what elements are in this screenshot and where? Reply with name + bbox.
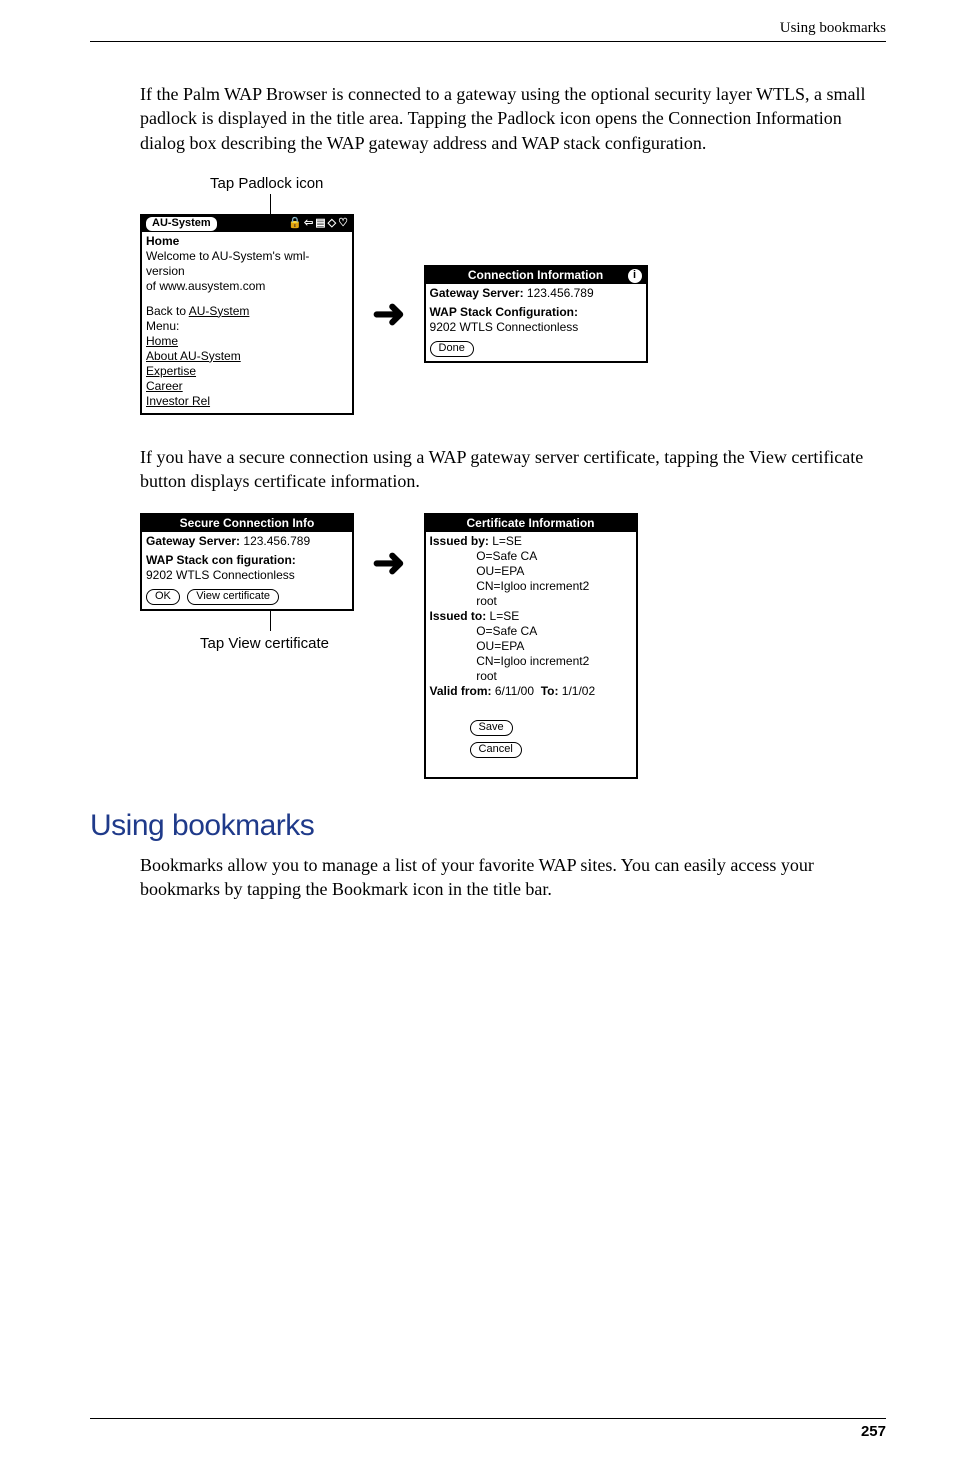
certificate-info-dialog: Certificate Information Issued by: L=SE … [424,513,638,779]
it-cn: CN=Igloo increment2 [430,654,632,669]
valid-to-value: 1/1/02 [558,684,595,698]
view-certificate-button[interactable]: View certificate [187,589,279,605]
welcome-line-1: Welcome to AU-System's wml-version [146,249,348,279]
favorite-icon[interactable]: ♡ [338,217,348,231]
arrow-icon-2: ➜ [372,543,406,583]
stack-value: 9202 WTLS Connectionless [430,320,642,335]
valid-from-label: Valid from: [430,684,492,698]
done-button[interactable]: Done [430,341,474,357]
bookmark-icon[interactable]: ◇ [328,217,336,231]
caption-pointer [270,194,271,214]
cancel-button[interactable]: Cancel [470,742,522,758]
browser-title-label: AU-System [146,217,217,231]
menu-career[interactable]: Career [146,379,348,394]
page-footer: 257 [90,1418,886,1440]
paragraph-2: If you have a secure connection using a … [140,445,886,494]
menu-investor[interactable]: Investor Rel [146,394,348,409]
welcome-line-2: of www.ausystem.com [146,279,348,294]
save-button[interactable]: Save [470,720,513,736]
stack-label: WAP Stack Configuration: [430,305,578,319]
menu-home[interactable]: Home [146,334,348,349]
paragraph-1: If the Palm WAP Browser is connected to … [140,82,886,155]
browser-body: Home Welcome to AU-System's wml-version … [142,232,352,413]
menu-expertise[interactable]: Expertise [146,364,348,379]
cert-title: Certificate Information [467,516,595,531]
cert-body: Issued by: L=SE O=Safe CA OU=EPA CN=Iglo… [426,532,636,777]
paragraph-3: Bookmarks allow you to manage a list of … [140,853,886,902]
ib-l: L=SE [489,534,522,548]
secure-gateway-label: Gateway Server: [146,534,240,548]
secure-stack-value: 9202 WTLS Connectionless [146,568,348,583]
wap-browser-screen: AU-System 🔒 ⇦ ▤ ◇ ♡ Home Welcome to AU-S… [140,214,354,415]
dialog-body: Gateway Server: 123.456.789 WAP Stack Co… [426,284,646,361]
back-icon[interactable]: ⇦ [304,217,313,231]
secure-body: Gateway Server: 123.456.789 WAP Stack co… [142,532,352,609]
secure-stack-label: WAP Stack con figuration: [146,553,296,567]
info-icon: i [628,269,642,283]
valid-to-label: To: [541,684,559,698]
back-line: Back to AU-System [146,304,348,319]
figure-1: Tap Padlock icon AU-System 🔒 ⇦ ▤ ◇ ♡ Hom… [140,175,886,415]
ib-ou: OU=EPA [430,564,632,579]
secure-gateway-value: 123.456.789 [240,534,310,548]
issued-by-label: Issued by: [430,534,489,548]
browser-title-bar: AU-System 🔒 ⇦ ▤ ◇ ♡ [142,216,352,232]
menu-label: Menu: [146,319,348,334]
page-heading: Home [146,234,348,249]
ib-root: root [430,594,632,609]
dialog-title: Connection Information [468,268,603,283]
gateway-value: 123.456.789 [524,286,594,300]
running-header: Using bookmarks [90,20,886,42]
ib-o: O=Safe CA [430,549,632,564]
figure-1-caption: Tap Padlock icon [210,175,886,192]
section-heading: Using bookmarks [90,809,886,843]
figure-2-caption: Tap View certificate [200,635,354,652]
ok-button[interactable]: OK [146,589,180,605]
issued-to-label: Issued to: [430,609,487,623]
caption-pointer-2 [270,611,271,631]
it-o: O=Safe CA [430,624,632,639]
back-link[interactable]: AU-System [189,304,250,318]
valid-from-value: 6/11/00 [492,684,541,698]
gateway-label: Gateway Server: [430,286,524,300]
figure-2: Secure Connection Info Gateway Server: 1… [140,513,886,779]
page-number: 257 [861,1423,886,1440]
it-root: root [430,669,632,684]
cert-title-bar: Certificate Information [426,515,636,532]
it-ou: OU=EPA [430,639,632,654]
arrow-icon: ➜ [372,294,406,334]
secure-title: Secure Connection Info [180,516,315,531]
list-icon[interactable]: ▤ [315,217,325,231]
dialog-title-bar: Connection Information i [426,267,646,284]
menu-about[interactable]: About AU-System [146,349,348,364]
secure-connection-dialog: Secure Connection Info Gateway Server: 1… [140,513,354,611]
connection-info-dialog: Connection Information i Gateway Server:… [424,265,648,363]
it-l: L=SE [486,609,519,623]
ib-cn: CN=Igloo increment2 [430,579,632,594]
secure-title-bar: Secure Connection Info [142,515,352,532]
padlock-icon[interactable]: 🔒 [288,217,302,231]
